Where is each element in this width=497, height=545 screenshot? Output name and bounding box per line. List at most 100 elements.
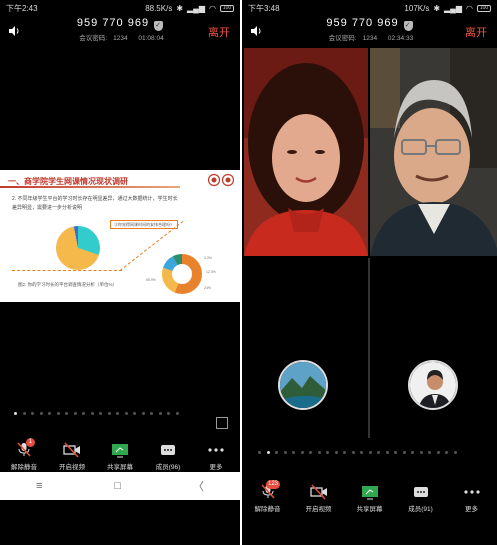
system-nav-bar: ≡ □ 〈 (0, 472, 240, 500)
share-screen-button[interactable]: 共享屏幕 (346, 484, 394, 513)
page-dot[interactable] (368, 451, 372, 454)
signal-icon: ▂▄▆ (187, 3, 206, 13)
page-dot[interactable] (411, 451, 414, 454)
camera-off-icon (63, 442, 80, 458)
page-dot[interactable] (116, 412, 119, 415)
page-dot[interactable] (309, 451, 312, 454)
page-dot[interactable] (317, 451, 321, 454)
members-icon (413, 487, 428, 497)
page-dot[interactable] (158, 412, 162, 415)
participant-video[interactable] (370, 48, 497, 256)
share-screen-button[interactable]: 共享屏幕 (96, 442, 144, 471)
back-nav-button[interactable]: 〈 (193, 478, 204, 494)
page-dot[interactable] (99, 412, 102, 415)
page-dot[interactable] (385, 451, 389, 454)
meeting-header: 959 770 969 ✓ 会议密码: 1234 02:34:33 离开 (242, 16, 497, 46)
members-icon (161, 445, 175, 455)
page-dot[interactable] (48, 412, 51, 415)
page-dot[interactable] (292, 451, 295, 454)
page-dot[interactable] (445, 451, 448, 454)
donut-label: 12.3% (206, 270, 216, 274)
page-dot[interactable] (351, 451, 355, 454)
leave-button[interactable]: 离开 (208, 24, 230, 40)
page-dot[interactable] (334, 451, 338, 454)
page-dot[interactable] (275, 451, 278, 454)
home-nav-button[interactable]: □ (114, 480, 121, 492)
shield-icon: ✓ (403, 21, 413, 31)
more-icon (463, 490, 480, 494)
meeting-id-row[interactable]: 959 770 969 ✓ (242, 17, 497, 31)
page-dot[interactable] (266, 451, 270, 454)
school-logo-icon (208, 173, 234, 187)
meeting-code-label: 会议密码: 1234 (79, 35, 128, 42)
page-dot[interactable] (360, 451, 363, 454)
meeting-toolbar: 解除静音 开启视频 共享屏幕 123 成员(91) 更多 (242, 480, 497, 513)
page-dot[interactable] (175, 412, 179, 415)
more-button[interactable]: 更多 (192, 442, 240, 471)
meeting-id: 959 770 969 (76, 17, 150, 29)
page-dot[interactable] (141, 412, 145, 415)
donut-chart (162, 254, 202, 294)
page-dot[interactable] (133, 412, 136, 415)
page-dot[interactable] (107, 412, 111, 415)
page-dot[interactable] (343, 451, 346, 454)
meeting-info: 会议密码: 1234 02:34:33 (242, 32, 497, 42)
participant-woman-video (244, 48, 368, 256)
page-dot[interactable] (150, 412, 153, 415)
page-dot[interactable] (283, 451, 287, 454)
leave-button[interactable]: 离开 (465, 24, 487, 40)
donut-label: 24% (204, 286, 212, 290)
status-time: 下午3:48 (248, 3, 280, 13)
participant-video[interactable] (244, 48, 368, 256)
menu-nav-button[interactable]: ≡ (36, 480, 42, 492)
more-button[interactable]: 更多 (448, 484, 496, 513)
page-dot[interactable] (453, 451, 457, 454)
start-video-button[interactable]: 开启视频 (48, 442, 96, 471)
page-dot[interactable] (65, 412, 68, 415)
share-screen-icon (361, 486, 378, 500)
page-dot[interactable] (124, 412, 128, 415)
page-dot[interactable] (402, 451, 406, 454)
wifi-icon: ◠ (209, 3, 216, 13)
meeting-id-row[interactable]: 959 770 969 ✓ (0, 17, 240, 31)
page-dot[interactable] (73, 412, 77, 415)
shield-icon: ✓ (154, 21, 164, 31)
page-dot[interactable] (428, 451, 431, 454)
fullscreen-icon[interactable] (216, 417, 228, 429)
left-phone-screen: 下午2:43 88.5K/s ✱ ▂▄▆ ◠ 100 959 770 969 ✓ … (0, 0, 240, 545)
page-dot[interactable] (419, 451, 423, 454)
shared-slide: 一、商学院学生网课情况现状调研 2. 不同年级学生平台的学习时长存在明显差异，通… (0, 170, 240, 302)
bluetooth-icon: ✱ (176, 3, 184, 13)
page-dot[interactable] (14, 412, 17, 415)
page-dot[interactable] (22, 412, 26, 415)
wifi-icon: ◠ (466, 3, 473, 13)
members-button[interactable]: 1 成员(96) (26, 438, 192, 471)
page-dot[interactable] (90, 412, 94, 415)
members-badge: 1 (26, 438, 35, 447)
bluetooth-icon: ✱ (433, 3, 441, 13)
page-dot[interactable] (56, 412, 60, 415)
status-bar: 下午3:48 107K/s ✱ ▂▄▆ ◠ 100 (242, 0, 497, 16)
slide-body-text: 2. 不同年级学生平台的学习时长存在明显差异，通过大数据统计，学生时长差异明显，… (12, 196, 178, 211)
page-dot[interactable] (167, 412, 170, 415)
page-dot[interactable] (436, 451, 440, 454)
page-dot[interactable] (39, 412, 43, 415)
page-dot[interactable] (394, 451, 397, 454)
camera-off-icon (309, 484, 327, 500)
participant-tile-empty[interactable] (370, 258, 497, 438)
battery-icon: 100 (477, 4, 491, 12)
page-dot[interactable] (31, 412, 34, 415)
share-screen-icon (112, 444, 128, 458)
participant-avatar-man (408, 360, 458, 410)
members-button[interactable]: 123 成员(91) (266, 480, 445, 513)
start-video-button[interactable]: 开启视频 (295, 484, 343, 513)
page-dot[interactable] (82, 412, 85, 415)
unmute-button[interactable]: 解除静音 (0, 442, 48, 471)
page-dot[interactable] (326, 451, 329, 454)
page-dot[interactable] (377, 451, 380, 454)
page-dot[interactable] (300, 451, 304, 454)
page-dot[interactable] (258, 451, 261, 454)
participant-tile-empty[interactable] (244, 258, 368, 438)
donut-label: 55.9% (146, 278, 156, 282)
network-speed: 88.5K/s (145, 3, 173, 13)
